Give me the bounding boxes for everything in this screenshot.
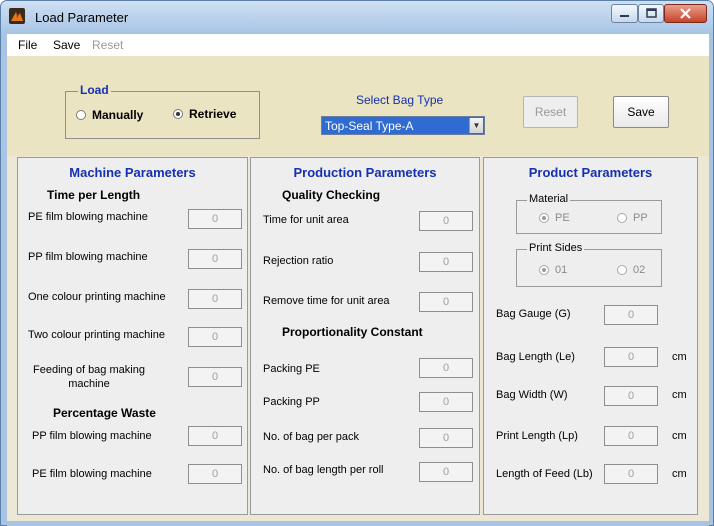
menu-reset: Reset bbox=[92, 38, 124, 52]
time-unit-area-field: 0 bbox=[419, 211, 473, 231]
machine-parameters-panel: Machine Parameters Time per Length PE fi… bbox=[17, 157, 248, 515]
bag-gauge-field: 0 bbox=[604, 305, 658, 325]
bag-gauge-label: Bag Gauge (G) bbox=[496, 308, 571, 320]
quality-checking-heading: Quality Checking bbox=[282, 188, 381, 202]
print-sides-group-title: Print Sides bbox=[527, 242, 585, 254]
length-of-feed-field: 0 bbox=[604, 464, 658, 484]
app-window: Load Parameter File Save Reset Load Manu… bbox=[0, 0, 714, 526]
machine-panel-title: Machine Parameters bbox=[69, 165, 196, 180]
material-group-title: Material bbox=[527, 193, 571, 205]
bag-length-per-roll-label: No. of bag length per roll bbox=[263, 464, 384, 476]
pp-film-time-label: PP film blowing machine bbox=[28, 251, 148, 263]
radio-print-sides-01-label: 01 bbox=[555, 264, 568, 276]
pp-film-waste-field: 0 bbox=[188, 426, 242, 446]
time-per-length-heading: Time per Length bbox=[47, 188, 141, 202]
packing-pe-field: 0 bbox=[419, 358, 473, 378]
window-bottom-border bbox=[7, 521, 709, 526]
bag-length-field: 0 bbox=[604, 347, 658, 367]
bag-width-unit: cm bbox=[672, 389, 687, 401]
window-title: Load Parameter bbox=[35, 10, 129, 25]
radio-material-pp-label: PP bbox=[633, 212, 648, 224]
bag-per-pack-field: 0 bbox=[419, 428, 473, 448]
radio-retrieve-label: Retrieve bbox=[189, 107, 237, 121]
matlab-icon bbox=[9, 8, 25, 24]
bag-type-label: Select Bag Type bbox=[356, 93, 444, 107]
radio-dot bbox=[539, 265, 549, 275]
length-of-feed-label: Length of Feed (Lb) bbox=[496, 468, 593, 480]
load-area: Load Manually Retrieve Select Bag Type T… bbox=[7, 56, 709, 156]
menu-bar: File Save Reset bbox=[7, 34, 709, 56]
product-parameters-panel: Product Parameters Material PE PP Print … bbox=[483, 157, 698, 515]
packing-pp-field: 0 bbox=[419, 392, 473, 412]
radio-dot bbox=[617, 213, 627, 223]
figure-content: Load Manually Retrieve Select Bag Type T… bbox=[7, 56, 709, 521]
save-button[interactable]: Save bbox=[613, 96, 669, 128]
radio-print-sides-01: 01 bbox=[539, 264, 567, 276]
remove-time-field: 0 bbox=[419, 292, 473, 312]
print-length-unit: cm bbox=[672, 430, 687, 442]
radio-material-pe: PE bbox=[539, 212, 570, 224]
pe-film-time-label: PE film blowing machine bbox=[28, 211, 148, 223]
bag-per-pack-label: No. of bag per pack bbox=[263, 431, 360, 443]
packing-pp-label: Packing PP bbox=[263, 396, 320, 408]
radio-dot bbox=[173, 109, 183, 119]
load-group: Load Manually Retrieve bbox=[65, 83, 260, 139]
production-panel-title: Production Parameters bbox=[293, 165, 437, 180]
minimize-button[interactable] bbox=[611, 4, 638, 23]
production-parameters-panel: Production Parameters Quality Checking T… bbox=[250, 157, 480, 515]
menu-file[interactable]: File bbox=[18, 38, 37, 52]
two-colour-time-label: Two colour printing machine bbox=[28, 329, 165, 341]
radio-print-sides-02-label: 02 bbox=[633, 264, 646, 276]
close-icon bbox=[680, 8, 691, 19]
material-group: Material PE PP bbox=[516, 193, 662, 234]
reset-button: Reset bbox=[523, 96, 578, 128]
radio-manually-label: Manually bbox=[92, 108, 144, 122]
bag-length-unit: cm bbox=[672, 351, 687, 363]
print-length-label: Print Length (Lp) bbox=[496, 430, 578, 442]
radio-material-pe-label: PE bbox=[555, 212, 570, 224]
radio-print-sides-02: 02 bbox=[617, 264, 645, 276]
close-button[interactable] bbox=[664, 4, 707, 23]
packing-pe-label: Packing PE bbox=[263, 363, 320, 375]
radio-dot bbox=[539, 213, 549, 223]
bag-width-field: 0 bbox=[604, 386, 658, 406]
radio-dot bbox=[617, 265, 627, 275]
maximize-button[interactable] bbox=[638, 4, 664, 23]
pe-film-waste-label: PE film blowing machine bbox=[32, 468, 152, 480]
bag-length-per-roll-field: 0 bbox=[419, 462, 473, 482]
load-group-title: Load bbox=[78, 83, 111, 97]
minimize-icon bbox=[620, 15, 629, 17]
radio-manually[interactable]: Manually bbox=[76, 108, 143, 122]
bag-length-label: Bag Length (Le) bbox=[496, 351, 575, 363]
rejection-ratio-field: 0 bbox=[419, 252, 473, 272]
title-bar[interactable]: Load Parameter bbox=[1, 1, 713, 33]
pe-film-time-field: 0 bbox=[188, 209, 242, 229]
remove-time-label: Remove time for unit area bbox=[263, 295, 390, 307]
one-colour-time-field: 0 bbox=[188, 289, 242, 309]
two-colour-time-field: 0 bbox=[188, 327, 242, 347]
length-of-feed-unit: cm bbox=[672, 468, 687, 480]
bag-width-label: Bag Width (W) bbox=[496, 389, 568, 401]
bag-type-selected: Top-Seal Type-A bbox=[325, 119, 414, 133]
one-colour-time-label: One colour printing machine bbox=[28, 291, 166, 303]
feeding-time-field: 0 bbox=[188, 367, 242, 387]
proportionality-constant-heading: Proportionality Constant bbox=[282, 325, 423, 339]
radio-material-pp: PP bbox=[617, 212, 648, 224]
pp-film-waste-label: PP film blowing machine bbox=[32, 430, 152, 442]
time-unit-area-label: Time for unit area bbox=[263, 214, 349, 226]
menu-save[interactable]: Save bbox=[53, 38, 80, 52]
pe-film-waste-field: 0 bbox=[188, 464, 242, 484]
radio-retrieve[interactable]: Retrieve bbox=[173, 107, 236, 121]
bag-type-select[interactable]: Top-Seal Type-A ▼ bbox=[321, 116, 485, 135]
print-length-field: 0 bbox=[604, 426, 658, 446]
rejection-ratio-label: Rejection ratio bbox=[263, 255, 334, 267]
product-panel-title: Product Parameters bbox=[528, 165, 653, 180]
chevron-down-icon[interactable]: ▼ bbox=[469, 118, 483, 133]
pp-film-time-field: 0 bbox=[188, 249, 242, 269]
radio-dot bbox=[76, 110, 86, 120]
percentage-waste-heading: Percentage Waste bbox=[53, 406, 156, 420]
maximize-icon bbox=[646, 8, 657, 18]
print-sides-group: Print Sides 01 02 bbox=[516, 242, 662, 287]
feeding-time-label: Feeding of bag making machine bbox=[33, 364, 145, 390]
